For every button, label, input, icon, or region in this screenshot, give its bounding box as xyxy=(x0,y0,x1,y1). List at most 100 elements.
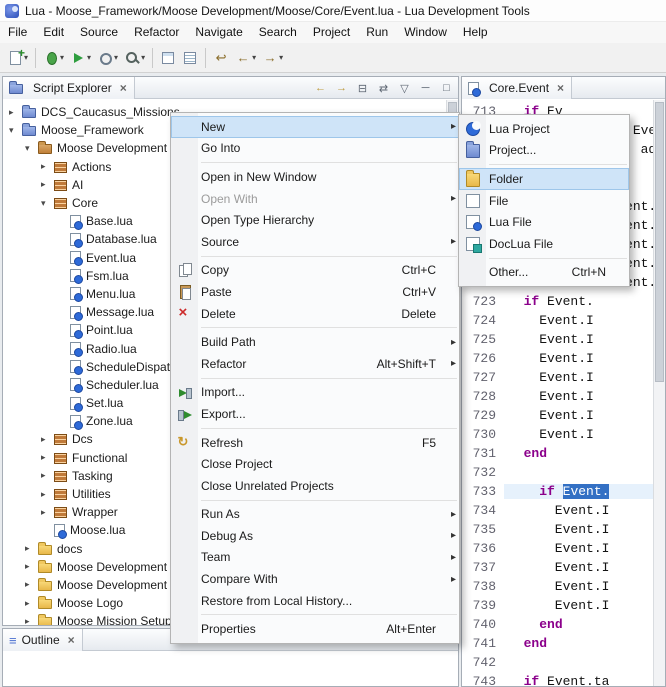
expand-icon[interactable]: ▸ xyxy=(41,434,54,445)
menubar-refactor[interactable]: Refactor xyxy=(126,22,187,43)
code-line-740[interactable]: 740 end xyxy=(462,615,665,634)
menu-item-go-into[interactable]: Go Into xyxy=(171,138,459,160)
menu-item-restore-from-local-history[interactable]: Restore from Local History... xyxy=(171,590,459,612)
close-icon[interactable]: × xyxy=(557,81,564,95)
maximize-icon[interactable]: □ xyxy=(438,79,455,97)
code-line-741[interactable]: 741 end xyxy=(462,634,665,653)
menu-item-folder[interactable]: Folder xyxy=(459,168,629,190)
code-line-728[interactable]: 728 Event.I xyxy=(462,387,665,406)
tab-outline[interactable]: ≡ Outline × xyxy=(3,629,83,651)
menu-item-open-in-new-window[interactable]: Open in New Window xyxy=(171,166,459,188)
menubar-window[interactable]: Window xyxy=(396,22,455,43)
run-button[interactable]: ▾ xyxy=(67,46,94,70)
code-line-738[interactable]: 738 Event.I xyxy=(462,577,665,596)
code-line-742[interactable]: 742 xyxy=(462,653,665,672)
code-line-735[interactable]: 735 Event.I xyxy=(462,520,665,539)
expand-icon[interactable]: ▸ xyxy=(25,543,38,554)
menu-item-paste[interactable]: PasteCtrl+V xyxy=(171,281,459,303)
menu-item-run-as[interactable]: Run As▸ xyxy=(171,504,459,526)
code-line-731[interactable]: 731 end xyxy=(462,444,665,463)
menubar-source[interactable]: Source xyxy=(72,22,126,43)
expand-icon[interactable]: ▸ xyxy=(25,598,38,609)
last-edit-button[interactable]: ↩ xyxy=(210,46,232,70)
menu-item-doclua-file[interactable]: DocLua File xyxy=(459,233,629,255)
minimize-icon[interactable]: ─ xyxy=(417,79,434,97)
menu-item-lua-file[interactable]: Lua File xyxy=(459,211,629,233)
external-tools-button[interactable]: ▾ xyxy=(94,46,121,70)
menu-item-refresh[interactable]: RefreshF5 xyxy=(171,432,459,454)
code-line-736[interactable]: 736 Event.I xyxy=(462,539,665,558)
code-line-726[interactable]: 726 Event.I xyxy=(462,349,665,368)
menubar-navigate[interactable]: Navigate xyxy=(187,22,250,43)
menu-item-export[interactable]: Export... xyxy=(171,403,459,425)
menu-item-new[interactable]: New▸ xyxy=(171,116,459,138)
code-line-737[interactable]: 737 Event.I xyxy=(462,558,665,577)
expand-icon[interactable]: ▸ xyxy=(41,470,54,481)
menu-item-file[interactable]: File xyxy=(459,190,629,212)
scrollbar-thumb[interactable] xyxy=(655,102,664,382)
menu-item-open-with[interactable]: Open With▸ xyxy=(171,188,459,210)
collapse-icon[interactable]: ▾ xyxy=(25,143,38,154)
menu-item-team[interactable]: Team▸ xyxy=(171,547,459,569)
expand-icon[interactable]: ▸ xyxy=(41,179,54,190)
menu-item-copy[interactable]: CopyCtrl+C xyxy=(171,260,459,282)
collapse-icon[interactable]: ▾ xyxy=(9,125,22,136)
debug-button[interactable]: ▾ xyxy=(40,46,67,70)
expand-icon[interactable]: ▸ xyxy=(41,507,54,518)
menubar-edit[interactable]: Edit xyxy=(35,22,72,43)
code-line-723[interactable]: 723 if Event. xyxy=(462,292,665,311)
menu-item-open-type-hierarchy[interactable]: Open Type Hierarchy xyxy=(171,209,459,231)
menu-item-refactor[interactable]: RefactorAlt+Shift+T▸ xyxy=(171,353,459,375)
code-line-743[interactable]: 743 if Event.ta xyxy=(462,672,665,686)
menu-item-properties[interactable]: PropertiesAlt+Enter xyxy=(171,618,459,640)
close-icon[interactable]: × xyxy=(68,633,75,647)
expand-icon[interactable]: ▸ xyxy=(41,452,54,463)
forward-icon[interactable]: → xyxy=(333,79,350,97)
menu-item-compare-with[interactable]: Compare With▸ xyxy=(171,568,459,590)
menu-item-close-unrelated-projects[interactable]: Close Unrelated Projects xyxy=(171,475,459,497)
code-line-724[interactable]: 724 Event.I xyxy=(462,311,665,330)
menu-item-lua-project[interactable]: Lua Project xyxy=(459,118,629,140)
code-line-729[interactable]: 729 Event.I xyxy=(462,406,665,425)
expand-icon[interactable]: ▸ xyxy=(9,107,22,118)
open-element-button[interactable] xyxy=(157,46,179,70)
code-line-739[interactable]: 739 Event.I xyxy=(462,596,665,615)
back-button[interactable]: ←▾ xyxy=(232,46,259,70)
new-wizard-button[interactable]: ▾ xyxy=(4,46,31,70)
code-line-732[interactable]: 732 xyxy=(462,463,665,482)
menu-item-project[interactable]: Project... xyxy=(459,140,629,162)
menubar-help[interactable]: Help xyxy=(455,22,496,43)
menu-item-debug-as[interactable]: Debug As▸ xyxy=(171,525,459,547)
menu-item-delete[interactable]: DeleteDelete xyxy=(171,303,459,325)
code-line-734[interactable]: 734 Event.I xyxy=(462,501,665,520)
view-menu-icon[interactable]: ▽ xyxy=(396,79,413,97)
menubar-run[interactable]: Run xyxy=(358,22,396,43)
mark-occurrences-button[interactable] xyxy=(179,46,201,70)
back-icon[interactable]: ← xyxy=(312,79,329,97)
code-line-730[interactable]: 730 Event.I xyxy=(462,425,665,444)
expand-icon[interactable]: ▸ xyxy=(25,616,38,625)
menu-item-import[interactable]: Import... xyxy=(171,382,459,404)
expand-icon[interactable]: ▸ xyxy=(25,561,38,572)
menu-item-other[interactable]: Other...Ctrl+N xyxy=(459,262,629,284)
link-with-editor-icon[interactable]: ⇄ xyxy=(375,79,392,97)
expand-icon[interactable]: ▸ xyxy=(25,579,38,590)
menu-item-source[interactable]: Source▸ xyxy=(171,231,459,253)
code-line-733[interactable]: 733 if Event. xyxy=(462,482,665,501)
close-icon[interactable]: × xyxy=(120,81,127,95)
expand-icon[interactable]: ▸ xyxy=(41,489,54,500)
forward-button[interactable]: →▾ xyxy=(259,46,286,70)
menubar-project[interactable]: Project xyxy=(305,22,358,43)
collapse-icon[interactable]: ▾ xyxy=(41,198,54,209)
collapse-all-icon[interactable]: ⊟ xyxy=(354,79,371,97)
search-button[interactable]: ▾ xyxy=(121,46,148,70)
editor-scrollbar[interactable] xyxy=(653,100,665,686)
code-line-725[interactable]: 725 Event.I xyxy=(462,330,665,349)
tab-script-explorer[interactable]: Script Explorer × xyxy=(3,77,135,99)
expand-icon[interactable]: ▸ xyxy=(41,161,54,172)
menubar-search[interactable]: Search xyxy=(251,22,305,43)
code-line-727[interactable]: 727 Event.I xyxy=(462,368,665,387)
menu-item-build-path[interactable]: Build Path▸ xyxy=(171,331,459,353)
menu-item-close-project[interactable]: Close Project xyxy=(171,453,459,475)
tab-core-event[interactable]: Core.Event × xyxy=(462,77,572,99)
